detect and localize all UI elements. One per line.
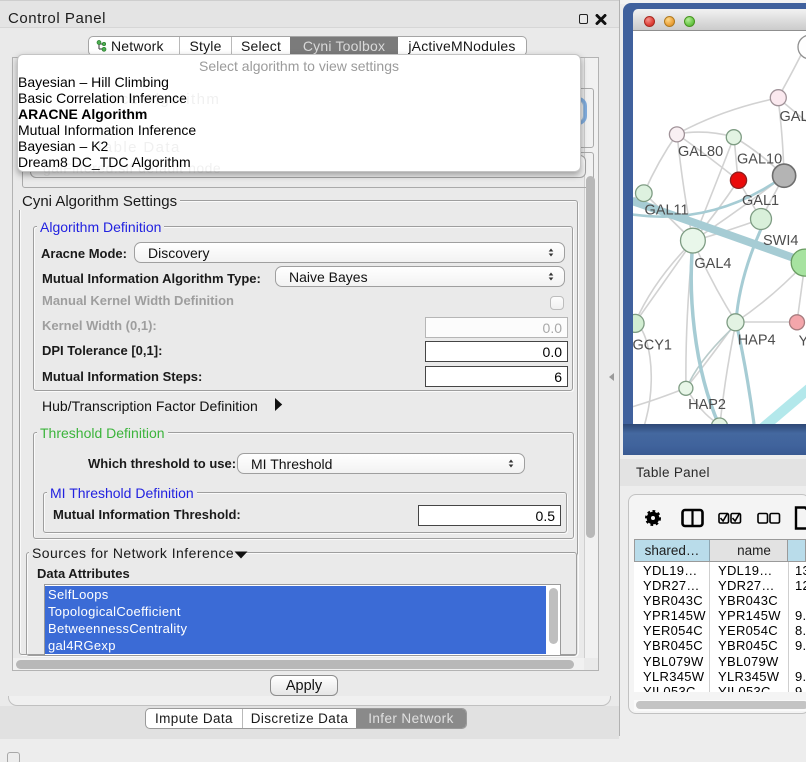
svg-text:GAL1: GAL1 bbox=[742, 193, 779, 209]
svg-text:SWI4: SWI4 bbox=[763, 233, 798, 249]
svg-text:HAP2: HAP2 bbox=[688, 397, 726, 413]
svg-text:Y: Y bbox=[799, 334, 806, 350]
svg-text:HAP4: HAP4 bbox=[738, 333, 776, 349]
svg-text:GAL80: GAL80 bbox=[678, 144, 723, 160]
svg-text:GAL: GAL bbox=[780, 109, 806, 125]
svg-text:GAL4: GAL4 bbox=[694, 256, 731, 272]
svg-text:GAL10: GAL10 bbox=[737, 152, 782, 168]
svg-text:GCY1: GCY1 bbox=[633, 338, 672, 354]
svg-text:GAL11: GAL11 bbox=[645, 202, 689, 218]
